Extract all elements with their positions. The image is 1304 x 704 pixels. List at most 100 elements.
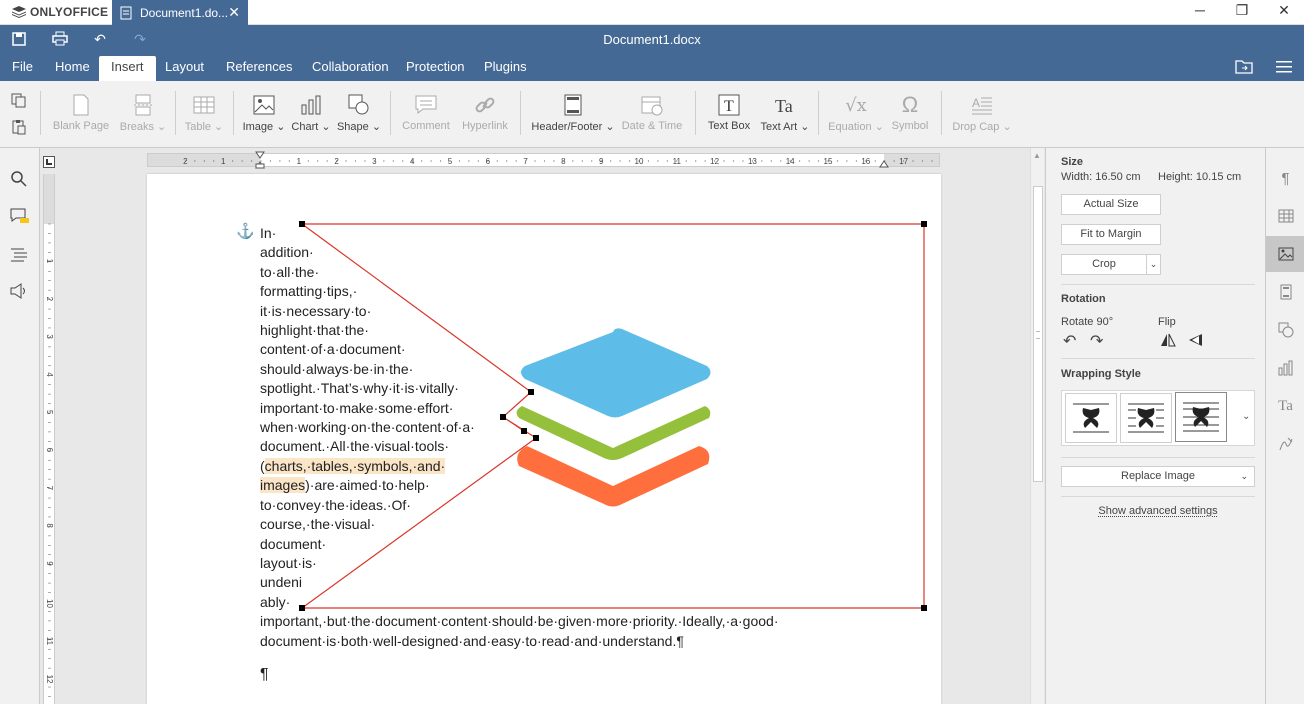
actual-size-button[interactable]: Actual Size <box>1061 194 1161 215</box>
tab-file[interactable]: File <box>0 56 45 81</box>
ruler-tick <box>534 160 536 162</box>
first-line-indent-marker[interactable] <box>255 151 265 172</box>
maximize-button[interactable]: ❐ <box>1222 2 1262 22</box>
size-heading: Size <box>1061 156 1084 168</box>
date-time-button[interactable]: Date & Time <box>620 89 684 132</box>
chart-settings-icon[interactable] <box>1266 350 1304 386</box>
redo-icon[interactable]: ↷ <box>130 31 150 47</box>
blank-page-button[interactable]: Blank Page <box>50 89 112 132</box>
tab-references[interactable]: References <box>214 56 304 81</box>
ruler-tick <box>250 160 253 162</box>
ruler-tick <box>184 160 186 162</box>
drop-cap-button[interactable]: A Drop Cap ⌄ <box>950 89 1014 133</box>
image-icon <box>252 93 276 117</box>
ruler-tick <box>317 160 319 162</box>
paste-icon[interactable] <box>11 119 27 138</box>
tab-stop-selector[interactable] <box>43 156 55 168</box>
tab-layout[interactable]: Layout <box>153 56 216 81</box>
selected-image-frame[interactable] <box>147 174 941 704</box>
text-art-settings-icon[interactable]: Ta <box>1266 388 1304 424</box>
shape-settings-icon[interactable] <box>1266 312 1304 348</box>
text-art-button[interactable]: Ta Text Art ⌄ <box>758 89 812 133</box>
right-indent-marker[interactable] <box>879 156 889 171</box>
search-icon[interactable] <box>10 170 30 190</box>
tab-collaboration[interactable]: Collaboration <box>300 56 401 81</box>
breaks-button[interactable]: Breaks ⌄ <box>118 89 168 133</box>
flip-vertical-icon[interactable] <box>1187 333 1203 350</box>
wrap-square-option[interactable] <box>1065 393 1117 443</box>
undo-icon[interactable]: ↶ <box>90 31 110 47</box>
replace-image-button[interactable]: Replace Image ⌄ <box>1061 466 1255 487</box>
ruler-tick <box>846 160 848 162</box>
navigation-icon[interactable] <box>10 246 30 266</box>
document-icon <box>120 6 132 19</box>
left-sidebar <box>0 148 40 704</box>
document-page[interactable]: ⚓ In· addition· to·all·the· formatting·t… <box>147 174 941 704</box>
minimize-button[interactable]: ─ <box>1180 2 1220 22</box>
ruler-label: 3 <box>45 334 54 339</box>
ruler-tick <box>836 160 839 162</box>
ruler-tick <box>610 160 612 162</box>
speaker-icon[interactable] <box>10 283 30 303</box>
wrapping-more-icon[interactable]: ⌄ <box>1242 411 1250 422</box>
window-title: Document1.docx <box>603 32 701 47</box>
print-icon[interactable] <box>50 31 70 47</box>
chart-button[interactable]: Chart ⌄ <box>290 89 332 133</box>
image-button[interactable]: Image ⌄ <box>241 89 287 133</box>
header-footer-button[interactable]: Header/Footer ⌄ <box>530 89 616 133</box>
ruler-label: 5 <box>45 410 54 415</box>
table-settings-icon[interactable] <box>1266 198 1304 234</box>
wrap-through-option[interactable] <box>1175 392 1227 442</box>
ruler-tick <box>666 160 668 162</box>
scroll-up-icon[interactable]: ▲ <box>1033 151 1041 160</box>
close-window-button[interactable]: ✕ <box>1264 2 1304 22</box>
hyperlink-icon <box>473 93 497 117</box>
rotate-ccw-icon[interactable]: ↶ <box>1063 331 1076 351</box>
ruler-tick <box>506 160 508 162</box>
vertical-scrollbar[interactable]: ▲ <box>1030 148 1044 704</box>
rotate-cw-icon[interactable]: ↷ <box>1090 331 1103 351</box>
flip-horizontal-icon[interactable] <box>1160 333 1176 350</box>
document-tab[interactable]: Document1.do... ✕ <box>112 0 248 25</box>
crop-dropdown-icon[interactable]: ⌄ <box>1146 254 1161 275</box>
ruler-tick <box>383 160 385 162</box>
ruler-tick <box>685 160 687 162</box>
open-location-icon[interactable] <box>1235 59 1253 78</box>
show-advanced-settings-link[interactable]: Show advanced settings <box>1061 505 1255 517</box>
onlyoffice-logo-image[interactable] <box>516 328 711 507</box>
tab-plugins[interactable]: Plugins <box>472 56 539 81</box>
comments-icon[interactable] <box>10 208 30 228</box>
text-box-button[interactable]: T Text Box <box>704 89 754 132</box>
scrollbar-thumb[interactable] <box>1033 186 1043 482</box>
ruler-label: 12 <box>45 675 54 684</box>
tab-home[interactable]: Home <box>43 56 102 81</box>
save-icon[interactable] <box>9 31 29 47</box>
hyperlink-button[interactable]: Hyperlink <box>458 89 512 132</box>
symbol-button[interactable]: Ω Symbol <box>888 89 932 132</box>
signature-settings-icon[interactable] <box>1266 426 1304 462</box>
wrap-tight-option[interactable] <box>1120 393 1172 443</box>
hamburger-icon[interactable] <box>1276 61 1292 76</box>
ruler-tick <box>714 160 716 162</box>
copy-icon[interactable] <box>11 93 27 112</box>
comment-button[interactable]: Comment <box>398 89 454 132</box>
header-footer-settings-icon[interactable] <box>1266 274 1304 310</box>
tab-insert[interactable]: Insert <box>99 56 156 81</box>
shape-button[interactable]: Shape ⌄ <box>336 89 382 133</box>
close-tab-icon[interactable]: ✕ <box>228 4 240 21</box>
fit-to-margin-button[interactable]: Fit to Margin <box>1061 224 1161 245</box>
paragraph-settings-icon[interactable]: ¶ <box>1266 160 1304 196</box>
ruler-tick <box>439 160 442 162</box>
image-settings-icon[interactable] <box>1266 236 1304 272</box>
horizontal-ruler[interactable]: 211234567891011121314151617 <box>147 151 940 169</box>
crop-button[interactable]: Crop <box>1061 254 1147 275</box>
equation-button[interactable]: √x Equation ⌄ <box>826 89 886 134</box>
table-button[interactable]: Table ⌄ <box>183 89 225 133</box>
shape-icon <box>347 93 371 117</box>
tab-protection[interactable]: Protection <box>394 56 477 81</box>
table-icon <box>192 93 216 117</box>
width-value: Width: 16.50 cm <box>1061 171 1141 183</box>
ruler-label: 1 <box>45 259 54 264</box>
ruler-tick <box>723 160 725 162</box>
wrapping-style-picker[interactable]: ⌄ <box>1061 390 1255 446</box>
